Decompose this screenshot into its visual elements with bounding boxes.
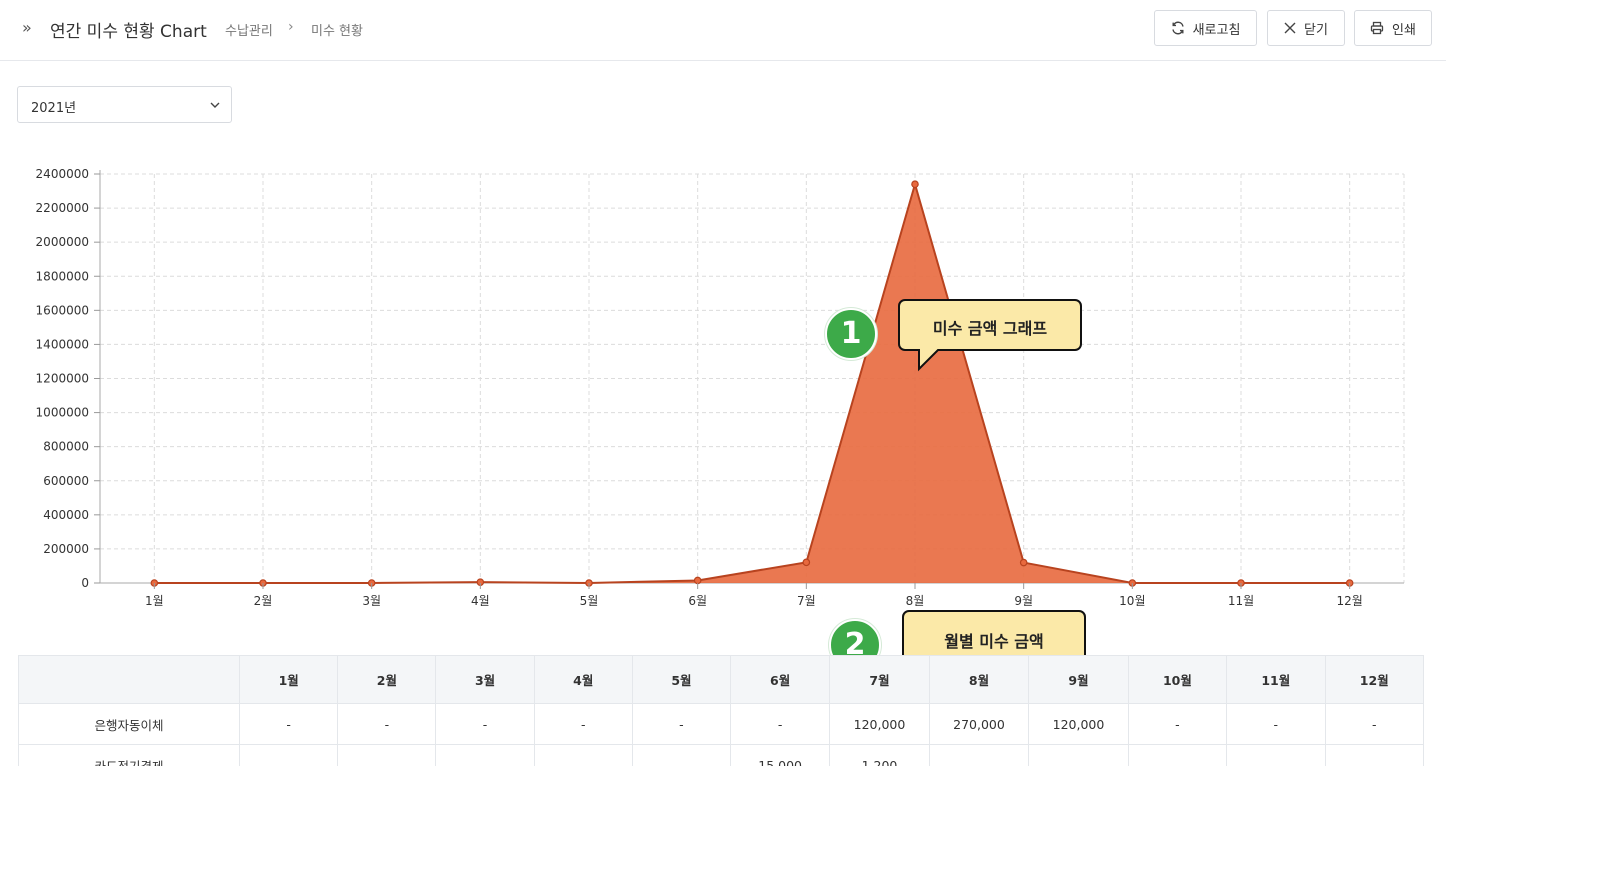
table-header-month: 5월	[631, 655, 732, 704]
series-area	[154, 184, 1350, 583]
viewport-blank-area	[0, 766, 1600, 870]
y-tick-label: 600000	[43, 474, 89, 488]
callout-text-2: 월별 미수 금액	[944, 632, 1044, 651]
table-header-month: 2월	[337, 655, 437, 704]
table-header-month: 10월	[1127, 655, 1228, 704]
y-tick-label: 1200000	[36, 372, 89, 386]
chevron-right-icon: ›	[288, 19, 294, 35]
data-point	[1019, 558, 1028, 567]
y-tick-label: 0	[81, 576, 89, 590]
y-tick-label: 2000000	[36, 235, 89, 249]
x-tick-label: 2월	[254, 594, 273, 608]
breadcrumb-item-billing[interactable]: 수납관리	[225, 20, 273, 39]
table-cell: -	[1127, 703, 1228, 745]
refresh-button[interactable]: 새로고침	[1154, 10, 1257, 46]
x-tick-label: 3월	[362, 594, 381, 608]
table-header-month: 9월	[1028, 655, 1129, 704]
y-tick-label: 1400000	[36, 337, 89, 351]
refresh-label: 새로고침	[1192, 22, 1241, 38]
y-tick-label: 2200000	[36, 201, 89, 215]
close-label: 닫기	[1304, 22, 1328, 38]
table-cell: 120,000	[829, 703, 930, 745]
table-cell: -	[730, 703, 831, 745]
speech-bubble-icon	[898, 299, 1082, 372]
table-cell: -	[435, 703, 535, 745]
x-tick-label: 11월	[1228, 594, 1254, 608]
printer-icon	[1370, 21, 1384, 35]
y-axis-ticks: 0 200000 400000 600000 800000 1000000 1200000 1…	[36, 167, 100, 590]
y-tick-label: 1000000	[36, 406, 89, 420]
x-tick-label: 8월	[906, 594, 925, 608]
table-header-month: 11월	[1226, 655, 1326, 704]
y-tick-label: 1600000	[36, 303, 89, 317]
x-axis-ticks: 1월 2월 3월 4월 5월 6월 7월 8월 9월 10월 11월 12월	[145, 583, 1363, 608]
series-line	[154, 180, 1350, 585]
chart-grid	[99, 170, 1405, 584]
print-button[interactable]: 인쇄	[1354, 10, 1432, 46]
table-cell: 120,000	[1028, 703, 1129, 745]
chevron-down-icon	[210, 102, 220, 108]
callout-1: 1 미수 금액 그래프	[825, 299, 1085, 387]
close-button[interactable]: 닫기	[1267, 10, 1345, 46]
table-header-month: 4월	[533, 655, 633, 704]
print-label: 인쇄	[1392, 22, 1416, 38]
table-cell: 270,000	[928, 703, 1030, 745]
x-tick-label: 4월	[471, 594, 490, 608]
table-header-month: 12월	[1324, 655, 1424, 704]
table-header-corner	[17, 655, 241, 704]
data-point	[911, 180, 919, 189]
x-tick-label: 7월	[797, 594, 816, 608]
table-cell: -	[533, 703, 633, 745]
close-icon	[1284, 22, 1296, 34]
y-tick-label: 2400000	[36, 167, 89, 181]
header-bar: » 연간 미수 현황 Chart 수납관리 › 미수 현황 새로고침 닫기 인쇄	[0, 0, 1446, 61]
table-row-label: 은행자동이체	[17, 703, 241, 745]
x-tick-label: 5월	[580, 594, 599, 608]
breadcrumb-item-receivables[interactable]: 미수 현황	[311, 20, 363, 39]
refresh-icon	[1171, 21, 1184, 35]
y-tick-label: 800000	[43, 440, 89, 454]
table-header-month: 1월	[239, 655, 339, 704]
table-cell: -	[631, 703, 732, 745]
callout-badge-1: 1	[825, 308, 877, 360]
table-cell: -	[1324, 703, 1424, 745]
table-cell: -	[239, 703, 339, 745]
area-chart: 0 200000 400000 600000 800000 1000000 1200000 1…	[36, 167, 1405, 608]
table-header-month: 8월	[928, 655, 1030, 704]
callout-text-1: 미수 금액 그래프	[932, 319, 1048, 338]
table-cell: -	[1226, 703, 1326, 745]
table-header-row: 1월 2월 3월 4월 5월 6월 7월 8월 9월 10월 11월 12월	[17, 655, 1424, 704]
x-tick-label: 6월	[688, 594, 707, 608]
double-chevron-right-icon[interactable]: »	[22, 18, 32, 37]
y-tick-label: 200000	[43, 542, 89, 556]
table-row: 은행자동이체 - - - - - -120,000 270,000 120,000- - -	[17, 703, 1424, 745]
table-header-month: 6월	[730, 655, 831, 704]
data-point	[693, 576, 702, 585]
year-select[interactable]: 2021년	[17, 86, 232, 123]
y-tick-label: 400000	[43, 508, 89, 522]
y-tick-label: 1800000	[36, 269, 89, 283]
table-header-month: 7월	[829, 655, 930, 704]
table-header-month: 3월	[435, 655, 535, 704]
year-select-value: 2021년	[31, 101, 77, 116]
data-point	[802, 558, 811, 567]
x-tick-label: 10월	[1119, 594, 1145, 608]
x-tick-label: 9월	[1014, 594, 1033, 608]
page-title: 연간 미수 현황 Chart	[50, 22, 207, 42]
x-tick-label: 12월	[1337, 594, 1363, 608]
table-cell: -	[337, 703, 437, 745]
x-tick-label: 1월	[145, 594, 164, 608]
